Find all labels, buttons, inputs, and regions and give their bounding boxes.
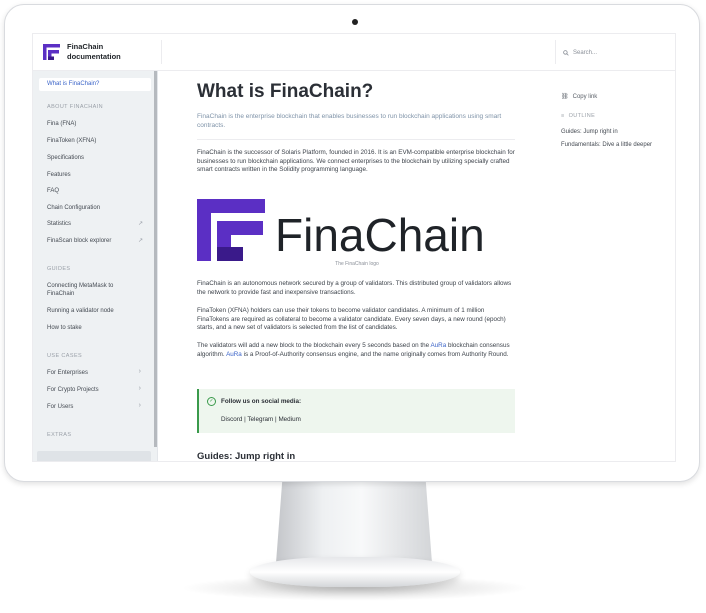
page-title: What is FinaChain? xyxy=(197,81,374,102)
discord-link[interactable]: Discord xyxy=(221,416,242,423)
chevron-right-icon: › xyxy=(138,402,141,409)
sidebar-item-for-users[interactable]: For Users › xyxy=(47,402,151,411)
top-header: FinaChain documentation Search... xyxy=(33,34,675,71)
sidebar-item-chain-configuration[interactable]: Chain Configuration xyxy=(47,204,151,212)
page-subtitle: FinaChain is the enterprise blockchain t… xyxy=(197,113,502,129)
copy-link-button[interactable]: ⛓ Copy link xyxy=(561,93,598,101)
section-heading-guides: Guides: Jump right in xyxy=(197,451,296,461)
chevron-right-icon: › xyxy=(138,385,141,392)
link-separator: | xyxy=(275,416,277,423)
sidebar-item-connecting-metamask[interactable]: Connecting MetaMask to FinaChain xyxy=(47,282,127,298)
right-rail: ⛓ Copy link ≡ OUTLINE Guides: Jump right… xyxy=(555,71,675,461)
logo-wordmark: FinaChain xyxy=(275,209,485,261)
header-divider xyxy=(555,40,556,64)
finachain-logo-icon[interactable] xyxy=(43,43,61,61)
sidebar-scrollbar[interactable] xyxy=(154,71,157,447)
sidebar-section-use-cases: USE CASES xyxy=(47,353,83,359)
sidebar-section-extras: EXTRAS xyxy=(47,432,72,438)
camera-dot xyxy=(352,19,358,25)
aura-link[interactable]: AuRa xyxy=(226,351,242,358)
sidebar-item-how-to-stake[interactable]: How to stake xyxy=(47,324,151,332)
finachain-logo-icon: FinaChain xyxy=(197,199,485,261)
sidebar-item-label: For Crypto Projects xyxy=(47,387,99,393)
paragraph-network: FinaChain is an autonomous network secur… xyxy=(197,280,512,296)
sidebar-item-label: Fina (FNA) xyxy=(47,121,77,127)
outline-item-fundamentals[interactable]: Fundamentals: Dive a little deeper xyxy=(561,142,652,148)
sidebar-item-label: FinaToken (XFNA) xyxy=(47,138,97,144)
monitor-frame: FinaChain documentation Search... What i… xyxy=(4,4,700,482)
sidebar-item-specifications[interactable]: Specifications xyxy=(47,154,151,162)
sidebar: What is FinaChain? ABOUT FINACHAIN Fina … xyxy=(33,71,158,461)
list-icon: ≡ xyxy=(561,113,565,119)
sidebar-item-label: For Enterprises xyxy=(47,370,89,376)
monitor-stand-neck xyxy=(276,481,432,563)
sidebar-item-label: Chain Configuration xyxy=(47,205,101,211)
external-link-icon: ↗ xyxy=(137,221,143,227)
divider xyxy=(197,139,515,140)
intro-paragraph: FinaChain is the successor of Solaris Pl… xyxy=(197,149,515,174)
social-links: Discord | Telegram | Medium xyxy=(221,416,301,423)
sidebar-item-label: Features xyxy=(47,172,71,178)
logo-caption: The FinaChain logo xyxy=(335,261,379,267)
sidebar-item-label: Statistics xyxy=(47,221,72,227)
sidebar-item-statistics[interactable]: Statistics ↗ xyxy=(47,220,151,228)
sidebar-item-finatoken[interactable]: FinaToken (XFNA) xyxy=(47,137,151,145)
outline-heading-label: OUTLINE xyxy=(568,113,596,119)
outline-heading: ≡ OUTLINE xyxy=(561,113,595,119)
sidebar-item-label: Connecting MetaMask to FinaChain xyxy=(47,283,114,297)
header-divider xyxy=(161,40,162,64)
outline-item-guides[interactable]: Guides: Jump right in xyxy=(561,129,618,135)
sidebar-item-faq[interactable]: FAQ xyxy=(47,187,151,195)
site-title[interactable]: FinaChain documentation xyxy=(67,42,137,62)
paragraph-text: is a Proof-of-Authority consensus engine… xyxy=(241,350,509,358)
social-media-callout: ✓ Follow us on social media: Discord | T… xyxy=(197,389,515,433)
sidebar-item-for-enterprises[interactable]: For Enterprises › xyxy=(47,368,151,377)
sidebar-item-for-crypto-projects[interactable]: For Crypto Projects › xyxy=(47,385,151,394)
copy-link-label: Copy link xyxy=(572,93,598,100)
sidebar-section-about: ABOUT FINACHAIN xyxy=(47,104,104,110)
sidebar-section-guides: GUIDES xyxy=(47,266,71,272)
paragraph-validators: The validators will add a new block to t… xyxy=(197,342,517,359)
aura-link[interactable]: AuRa xyxy=(430,342,446,349)
finachain-logo-image: FinaChain xyxy=(197,195,517,265)
telegram-link[interactable]: Telegram xyxy=(247,416,273,423)
sidebar-item-running-validator[interactable]: Running a validator node xyxy=(47,307,151,315)
paragraph-finatoken: FinaToken (XFNA) holders can use their t… xyxy=(197,307,506,332)
sidebar-item-fina[interactable]: Fina (FNA) xyxy=(47,120,151,128)
screen: FinaChain documentation Search... What i… xyxy=(32,33,676,462)
link-icon: ⛓ xyxy=(561,94,569,100)
search-icon xyxy=(563,50,569,56)
callout-title: Follow us on social media: xyxy=(221,398,302,405)
paragraph-text: The validators will add a new block to t… xyxy=(197,342,431,349)
chevron-right-icon: › xyxy=(138,368,141,375)
link-separator: | xyxy=(244,416,246,423)
sidebar-item-label: FinaScan block explorer xyxy=(47,238,112,244)
sidebar-item-finascan[interactable]: FinaScan block explorer ↗ xyxy=(47,237,151,245)
monitor-stand-base xyxy=(250,557,460,587)
sidebar-item-features[interactable]: Features xyxy=(47,171,151,179)
sidebar-item-label: FAQ xyxy=(47,188,60,194)
sidebar-item-label: For Users xyxy=(47,404,74,410)
check-circle-icon: ✓ xyxy=(207,397,216,406)
sidebar-item-what-is-finachain[interactable]: What is FinaChain? xyxy=(39,78,151,91)
medium-link[interactable]: Medium xyxy=(278,416,300,423)
sidebar-item-label: Running a validator node xyxy=(47,308,114,314)
external-link-icon: ↗ xyxy=(137,238,143,244)
search-placeholder: Search... xyxy=(573,50,598,56)
sidebar-item-label: How to stake xyxy=(47,325,82,331)
sidebar-footer-item[interactable] xyxy=(37,451,151,461)
search-input[interactable]: Search... xyxy=(563,46,667,60)
main-content: What is FinaChain? FinaChain is the ente… xyxy=(167,71,527,461)
sidebar-item-label: Specifications xyxy=(47,155,85,161)
